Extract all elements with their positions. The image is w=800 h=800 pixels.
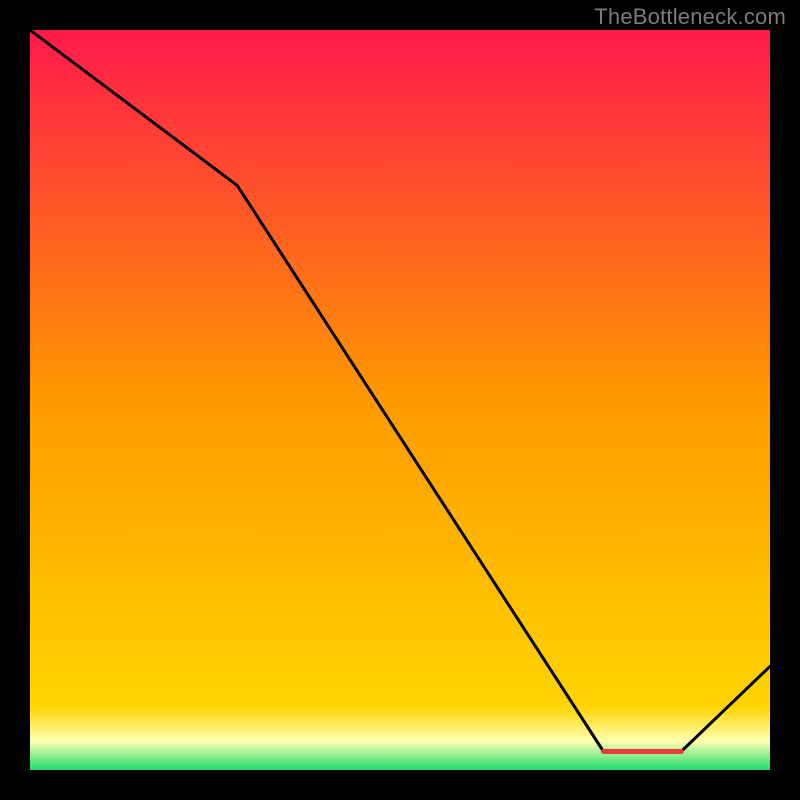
chart-plot	[30, 30, 770, 770]
gradient-body-lower	[30, 706, 770, 770]
gradient-body-upper	[30, 30, 770, 706]
watermark-text: TheBottleneck.com	[594, 4, 786, 30]
chart-frame: TheBottleneck.com	[0, 0, 800, 800]
chart-svg	[30, 30, 770, 770]
